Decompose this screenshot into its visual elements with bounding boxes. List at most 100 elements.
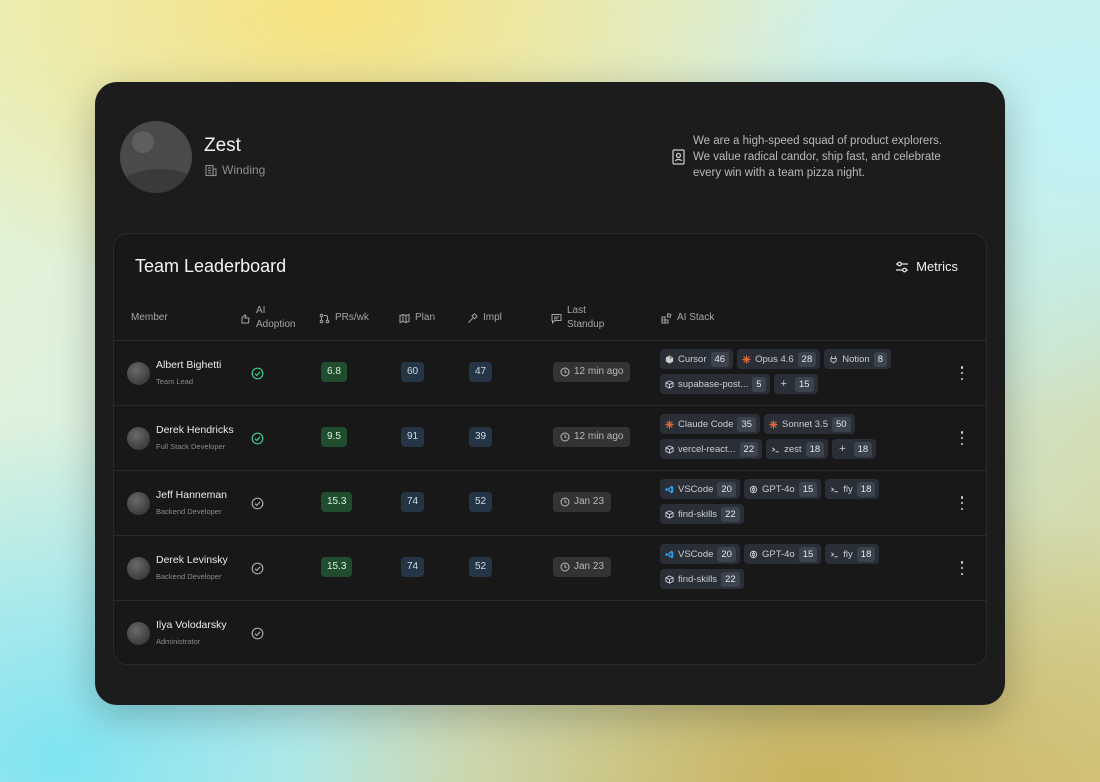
- tool-count: 18: [805, 441, 825, 457]
- member-name: Derek Levinsky: [156, 554, 228, 566]
- tool-count: 18: [853, 441, 873, 457]
- member-role: Backend Developer: [156, 572, 222, 581]
- tool-label: Cursor: [678, 353, 707, 365]
- table-row[interactable]: Ilya Volodarsky Administrator: [114, 601, 986, 664]
- tool-chip[interactable]: Notion 8: [824, 349, 891, 369]
- tool-count: 20: [717, 481, 736, 497]
- col-member-label: Member: [131, 312, 168, 323]
- ai-stack-list: Claude Code 35 Sonnet 3.5 50 vercel-reac…: [660, 414, 950, 459]
- col-standup-line1: Last: [567, 305, 586, 316]
- tool-count: 18: [856, 481, 876, 497]
- metrics-label: Metrics: [916, 259, 958, 274]
- tool-chip[interactable]: fly 18: [825, 544, 880, 564]
- ai-stack-list: VSCode 20 GPT-4o 15 fly 18 find-skills 2…: [660, 479, 950, 524]
- table-row[interactable]: Derek Levinsky Backend Developer 15.3 74…: [114, 536, 986, 601]
- col-plan[interactable]: Plan: [399, 311, 435, 325]
- standup-value: 12 min ago: [574, 366, 624, 377]
- col-impl[interactable]: Impl: [467, 311, 502, 325]
- more-tools-chip[interactable]: + 15: [773, 374, 818, 394]
- id-card-icon: [672, 149, 685, 165]
- tool-label: zest: [784, 443, 802, 455]
- col-ai-stack[interactable]: AI Stack: [661, 311, 714, 325]
- package-icon: [665, 509, 674, 519]
- clock-icon: [560, 562, 570, 572]
- standup-badge: 12 min ago: [553, 362, 631, 382]
- member-name: Derek Hendricks: [156, 424, 234, 436]
- member-role: Team Lead: [156, 377, 194, 386]
- impl-value: 52: [469, 557, 493, 577]
- tool-count: 18: [856, 546, 876, 562]
- col-impl-label: Impl: [483, 312, 502, 323]
- avatar: [127, 427, 150, 450]
- impl-value: 39: [469, 427, 493, 447]
- member-role: Full Stack Developer: [156, 442, 226, 451]
- col-member[interactable]: Member: [131, 311, 168, 325]
- check-circle-active-icon: [251, 367, 264, 380]
- metrics-button[interactable]: Metrics: [895, 259, 958, 274]
- tool-count: 46: [710, 351, 730, 367]
- hammer-icon: [468, 312, 478, 323]
- tool-label: Opus 4.6: [755, 353, 794, 365]
- row-menu-icon[interactable]: [960, 496, 964, 510]
- tool-count: 8: [873, 351, 887, 367]
- table-row[interactable]: Albert Bighetti Team Lead 6.8 60 47 12 m…: [114, 341, 986, 406]
- clock-icon: [560, 432, 570, 442]
- clock-icon: [560, 367, 570, 377]
- tool-chip[interactable]: Opus 4.6 28: [737, 349, 821, 369]
- tool-count: 22: [721, 571, 740, 587]
- package-icon: [665, 574, 674, 584]
- sliders-icon: [896, 261, 909, 272]
- table-row[interactable]: Jeff Hanneman Backend Developer 15.3 74 …: [114, 471, 986, 536]
- row-menu-icon[interactable]: [960, 561, 964, 575]
- tool-label: GPT-4o: [761, 483, 795, 495]
- tool-label: Claude Code: [678, 418, 734, 430]
- tool-label: Sonnet 3.5: [782, 418, 829, 430]
- standup-badge: Jan 23: [553, 557, 612, 577]
- tool-chip[interactable]: find-skills 22: [660, 504, 744, 524]
- prs-value: 9.5: [321, 427, 347, 447]
- tool-chip[interactable]: GPT-4o 15: [743, 479, 822, 499]
- tool-chip[interactable]: supabase-post... 5: [660, 374, 770, 394]
- col-plan-label: Plan: [415, 312, 436, 323]
- member-name: Albert Bighetti: [156, 359, 222, 371]
- tool-chip[interactable]: VSCode 20: [660, 479, 740, 499]
- plan-value: 74: [401, 557, 425, 577]
- table-row[interactable]: Derek Hendricks Full Stack Developer 9.5…: [114, 406, 986, 471]
- tool-chip[interactable]: zest 18: [766, 439, 829, 459]
- check-circle-icon: [251, 497, 264, 510]
- tool-chip[interactable]: VSCode 20: [660, 544, 740, 564]
- more-tools-chip[interactable]: + 18: [832, 439, 877, 459]
- col-prs[interactable]: PRs/wk: [319, 311, 369, 325]
- team-name: Zest: [204, 135, 241, 156]
- col-last-standup[interactable]: Last Standup: [551, 304, 604, 332]
- notion-icon: [829, 355, 838, 364]
- col-ai-adoption[interactable]: AI Adoption: [240, 304, 295, 332]
- tool-chip[interactable]: find-skills 22: [660, 569, 744, 589]
- check-circle-active-icon: [251, 432, 264, 445]
- tool-chip[interactable]: vercel-react... 22: [660, 439, 763, 459]
- col-ai-stack-label: AI Stack: [677, 312, 715, 323]
- tool-chip[interactable]: Cursor 46: [660, 349, 734, 369]
- tool-chip[interactable]: Sonnet 3.5 50: [764, 414, 855, 434]
- prs-value: 6.8: [321, 362, 347, 382]
- col-ai-adoption-line2: Adoption: [256, 319, 296, 330]
- team-avatar: [120, 121, 192, 193]
- row-menu-icon[interactable]: [960, 431, 964, 445]
- standup-badge: 12 min ago: [553, 427, 631, 447]
- impl-value: 52: [469, 492, 493, 512]
- clock-icon: [560, 497, 570, 507]
- member-role: Backend Developer: [156, 507, 222, 516]
- tool-count: 50: [832, 416, 851, 432]
- tool-label: +: [839, 443, 846, 455]
- tool-label: fly: [843, 548, 853, 560]
- col-standup-line2: Standup: [567, 319, 605, 330]
- leaderboard-panel: Team Leaderboard Metrics Member AI Adopt…: [113, 233, 987, 665]
- row-menu-icon[interactable]: [960, 366, 964, 380]
- terminal-icon: [771, 445, 780, 454]
- tool-count: 22: [721, 506, 740, 522]
- tool-chip[interactable]: GPT-4o 15: [743, 544, 822, 564]
- tool-chip[interactable]: Claude Code 35: [660, 414, 761, 434]
- package-icon: [665, 444, 674, 454]
- tool-chip[interactable]: fly 18: [825, 479, 880, 499]
- member-role: Administrator: [156, 637, 201, 646]
